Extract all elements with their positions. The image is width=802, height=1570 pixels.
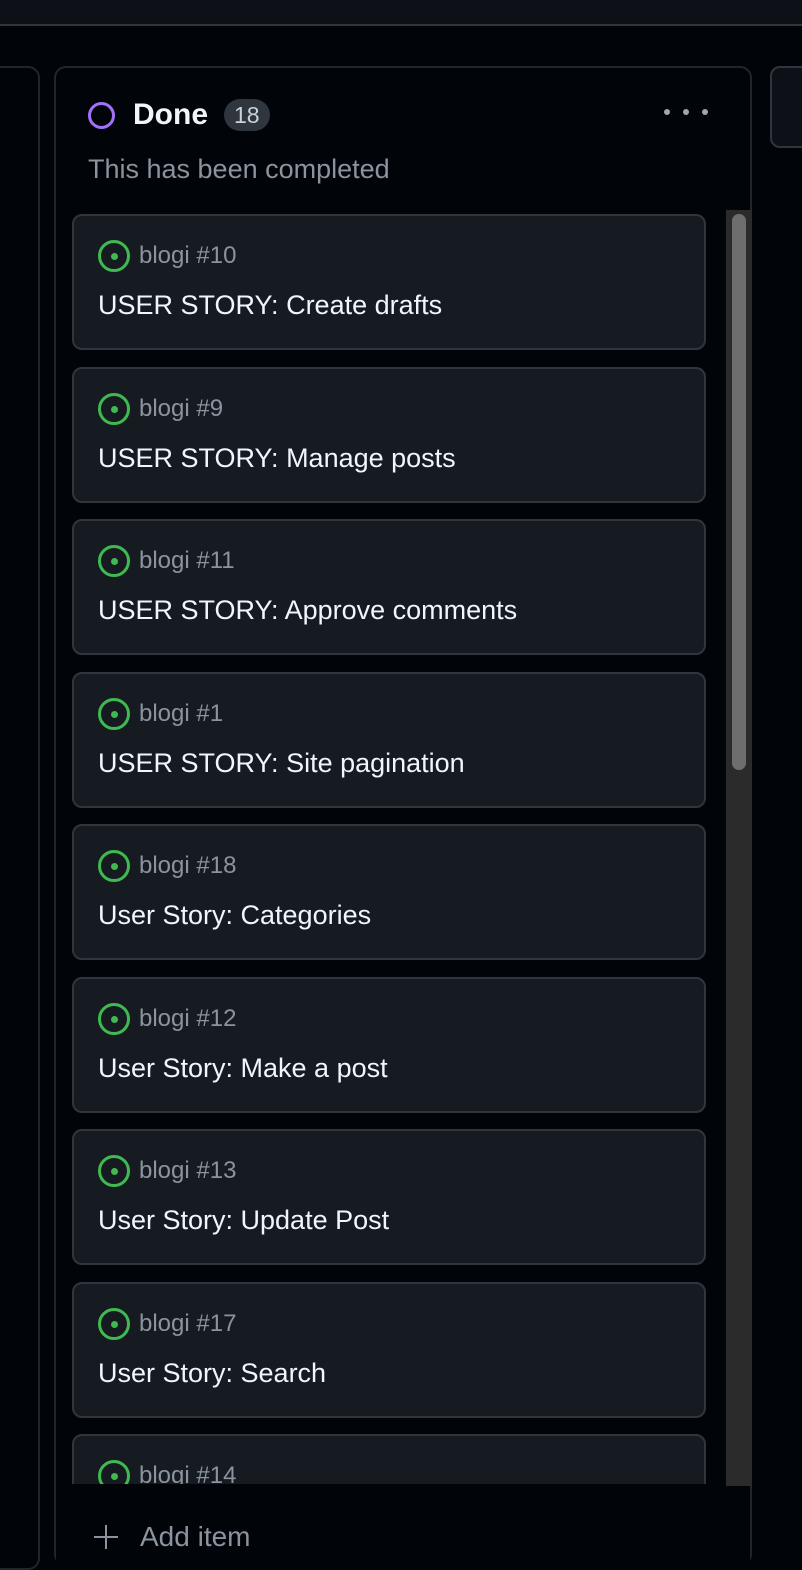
issue-open-icon — [98, 1155, 130, 1187]
column-header: Done 18 — [88, 98, 270, 132]
issue-card[interactable]: blogi #13 User Story: Update Post — [72, 1129, 706, 1265]
issue-card[interactable]: blogi #14 — [72, 1434, 706, 1484]
card-title[interactable]: User Story: Update Post — [98, 1205, 389, 1236]
card-reference[interactable]: blogi #1 — [139, 700, 223, 728]
card-list: blogi #10 USER STORY: Create drafts blogi … — [72, 214, 706, 1484]
card-meta: blogi #9 — [98, 393, 223, 425]
top-bar — [0, 0, 802, 26]
add-column-button[interactable] — [770, 66, 802, 148]
card-title[interactable]: USER STORY: Site pagination — [98, 748, 465, 779]
card-reference[interactable]: blogi #10 — [139, 242, 236, 270]
board-column-done: Done 18 This has been completed blogi #1… — [54, 66, 752, 1566]
issue-open-icon — [98, 1460, 130, 1484]
issue-card[interactable]: blogi #9 USER STORY: Manage posts — [72, 367, 706, 503]
status-circle-icon — [88, 101, 115, 129]
issue-open-icon — [98, 698, 130, 730]
card-meta: blogi #14 — [98, 1460, 236, 1484]
card-meta: blogi #13 — [98, 1155, 236, 1187]
card-meta: blogi #11 — [98, 545, 235, 577]
kebab-horizontal-icon — [664, 109, 670, 115]
issue-open-icon — [98, 1003, 130, 1035]
card-meta: blogi #17 — [98, 1308, 236, 1340]
issue-open-icon — [98, 240, 130, 272]
card-title[interactable]: User Story: Make a post — [98, 1053, 388, 1084]
issue-card[interactable]: blogi #17 User Story: Search — [72, 1282, 706, 1418]
card-title[interactable]: User Story: Search — [98, 1358, 326, 1389]
card-title[interactable]: USER STORY: Create drafts — [98, 290, 442, 321]
column-title: Done — [133, 98, 208, 131]
add-item-button[interactable]: Add item — [56, 1486, 750, 1566]
card-meta: blogi #12 — [98, 1003, 236, 1035]
item-count-badge: 18 — [224, 99, 270, 131]
add-item-label: Add item — [140, 1521, 251, 1552]
previous-column — [0, 66, 40, 1570]
plus-icon — [94, 1525, 118, 1549]
card-meta: blogi #18 — [98, 850, 236, 882]
issue-card[interactable]: blogi #1 USER STORY: Site pagination — [72, 672, 706, 808]
card-reference[interactable]: blogi #9 — [139, 395, 223, 423]
column-description: This has been completed — [88, 154, 390, 184]
issue-card[interactable]: blogi #10 USER STORY: Create drafts — [72, 214, 706, 350]
issue-card[interactable]: blogi #18 User Story: Categories — [72, 824, 706, 960]
card-reference[interactable]: blogi #11 — [139, 547, 235, 575]
card-meta: blogi #1 — [98, 698, 223, 730]
card-title[interactable]: User Story: Categories — [98, 900, 371, 931]
issue-open-icon — [98, 1308, 130, 1340]
card-reference[interactable]: blogi #18 — [139, 852, 236, 880]
issue-open-icon — [98, 393, 130, 425]
card-reference[interactable]: blogi #17 — [139, 1310, 236, 1338]
scrollbar-thumb[interactable] — [732, 214, 746, 770]
issue-card[interactable]: blogi #12 User Story: Make a post — [72, 977, 706, 1113]
issue-card[interactable]: blogi #11 USER STORY: Approve comments — [72, 519, 706, 655]
issue-open-icon — [98, 545, 130, 577]
card-title[interactable]: USER STORY: Approve comments — [98, 595, 517, 626]
card-meta: blogi #10 — [98, 240, 236, 272]
card-reference[interactable]: blogi #12 — [139, 1005, 236, 1033]
issue-open-icon — [98, 850, 130, 882]
column-more-button[interactable] — [664, 98, 708, 126]
card-reference[interactable]: blogi #14 — [139, 1462, 236, 1484]
card-title[interactable]: USER STORY: Manage posts — [98, 443, 456, 474]
card-reference[interactable]: blogi #13 — [139, 1157, 236, 1185]
